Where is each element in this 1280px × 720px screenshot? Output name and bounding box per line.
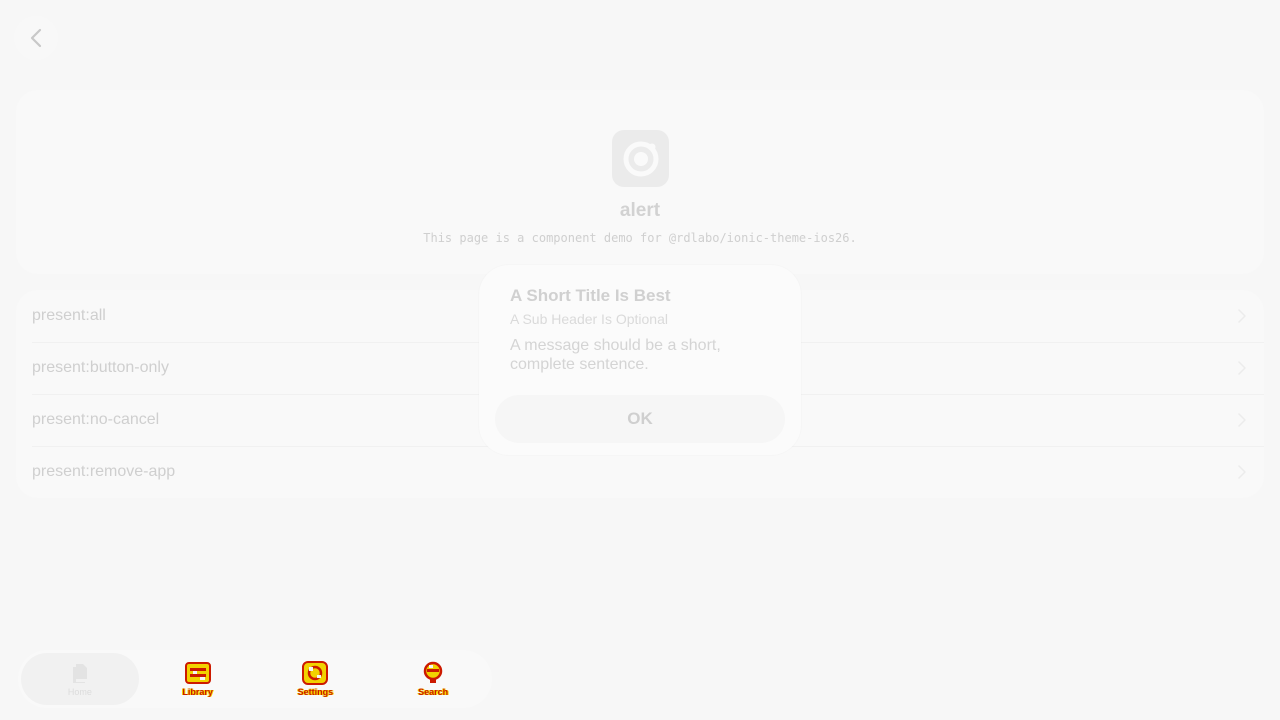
page: alert This page is a component demo for … — [0, 0, 1280, 720]
search-icon — [423, 661, 443, 683]
list-item-label: present:remove-app — [32, 463, 176, 480]
alert-dialog: A Short Title Is Best A Sub Header Is Op… — [479, 265, 801, 455]
tab-bar: Home Library Settings Search — [18, 650, 492, 708]
list-item-label: present:button-only — [32, 359, 169, 376]
chevron-right-icon — [1238, 361, 1246, 375]
ionic-logo-icon — [612, 130, 669, 187]
tab-label: Library — [182, 687, 213, 697]
list-item-label: present:all — [32, 307, 106, 324]
alert-message: A message should be a short, complete se… — [510, 337, 721, 373]
tab-settings[interactable]: Settings — [257, 653, 375, 705]
tab-home[interactable]: Home — [21, 653, 139, 705]
back-button[interactable] — [14, 16, 58, 60]
settings-icon — [302, 661, 329, 685]
tab-search[interactable]: Search — [374, 653, 492, 705]
library-icon — [184, 662, 211, 684]
tab-library[interactable]: Library — [139, 653, 257, 705]
alert-subtitle: A Sub Header Is Optional — [510, 311, 668, 327]
chevron-right-icon — [1238, 465, 1246, 479]
ok-button[interactable]: OK — [495, 395, 785, 443]
chevron-right-icon — [1238, 413, 1246, 427]
list-item-label: present:no-cancel — [32, 411, 160, 428]
alert-title: A Short Title Is Best — [510, 286, 671, 305]
chevron-right-icon — [1238, 309, 1246, 323]
chevron-left-icon — [30, 28, 42, 48]
page-subtitle: This page is a component demo for @rdlab… — [423, 231, 857, 245]
tab-label: Search — [418, 687, 449, 697]
documents-icon — [72, 664, 87, 683]
page-title: alert — [619, 200, 661, 221]
header-card: alert This page is a component demo for … — [16, 90, 1264, 274]
tab-label: Settings — [297, 687, 334, 697]
tab-label: Home — [67, 687, 92, 697]
